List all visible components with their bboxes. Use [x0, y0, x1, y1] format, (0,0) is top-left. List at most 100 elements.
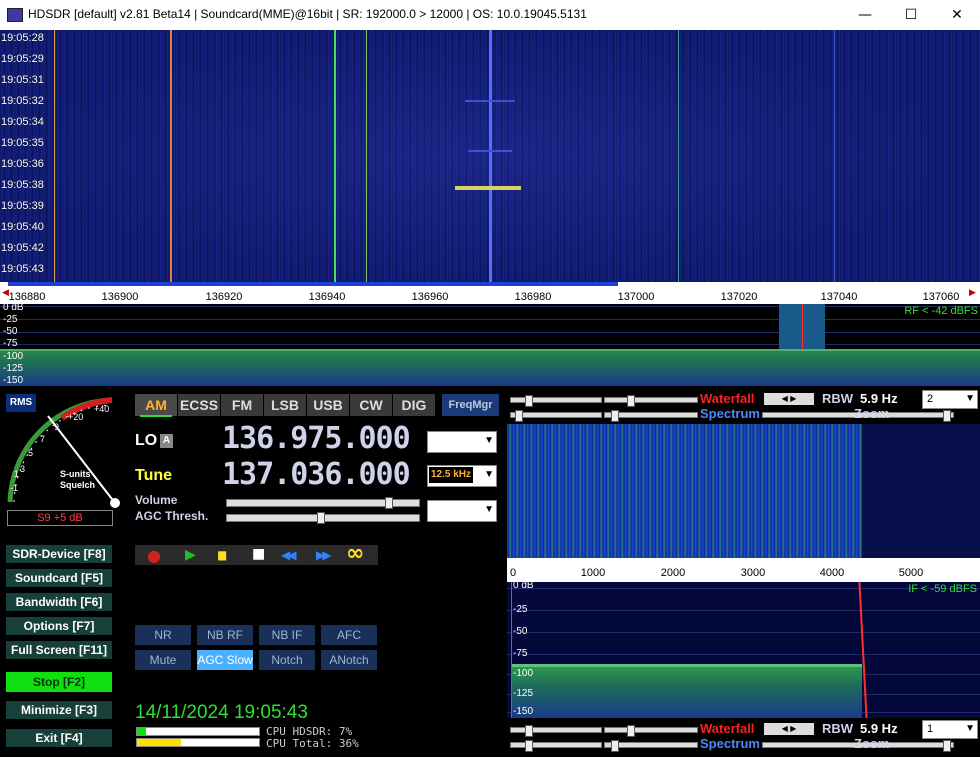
close-window-button[interactable]: ✕	[934, 0, 980, 30]
nr-button[interactable]: NR	[135, 625, 191, 645]
title-bar[interactable]: HDSDR [default] v2.81 Beta14 | Soundcard…	[0, 0, 980, 30]
rewind-icon[interactable]: ◀◀	[281, 548, 297, 562]
pause-icon[interactable]: ▮▮	[217, 548, 227, 562]
mode-fm-button[interactable]: FM	[221, 394, 263, 416]
notch-button[interactable]: Notch	[259, 650, 315, 670]
s-meter-reading: S9 +5 dB	[7, 510, 113, 526]
rbw-dropdown-value: 2	[927, 393, 934, 405]
rf-display-controls: Waterfall Spectrum ◀ ▶ RBW 5.9 Hz Zoom 2…	[506, 390, 980, 422]
if-waterfall-contrast-slider[interactable]	[510, 725, 602, 737]
frequency-tick-label: 136900	[101, 291, 139, 303]
slider-knob[interactable]	[943, 740, 951, 752]
waterfall-timestamp: 19:05:38	[1, 179, 44, 191]
mode-usb-button[interactable]: USB	[307, 394, 349, 416]
spectrum-contrast-slider[interactable]	[510, 410, 602, 422]
lo-dropdown[interactable]: ▼	[427, 431, 497, 453]
if-spectrum[interactable]: 0 dB -25 -50 -75 -100 -125 -150 IF < -59…	[507, 582, 980, 718]
mode-lsb-button[interactable]: LSB	[264, 394, 306, 416]
if-frequency-axis[interactable]: 0 1000 2000 3000 4000 5000	[507, 558, 980, 582]
frequency-tick-label: 136920	[205, 291, 243, 303]
db-scale-label: -125	[3, 363, 24, 374]
waterfall-brightness-slider[interactable]	[604, 395, 698, 407]
lo-frequency-display[interactable]: 136.975.000	[222, 421, 411, 456]
slider-knob[interactable]	[525, 725, 533, 737]
slider-knob[interactable]	[515, 410, 523, 422]
spectrum-fill	[0, 350, 980, 386]
frequency-axis[interactable]: ◀ ▶ 136880 136900 136920 136940 136960 1…	[0, 282, 980, 304]
nb-if-button[interactable]: NB IF	[259, 625, 315, 645]
slider-knob[interactable]	[525, 740, 533, 752]
s-scale-label: +20	[68, 412, 84, 422]
mode-dig-button[interactable]: DIG	[393, 394, 435, 416]
if-tick-label: 0	[509, 567, 517, 579]
squelch-caption: Squelch	[60, 480, 96, 490]
fast-forward-icon[interactable]: ▶▶	[316, 548, 332, 562]
s-meter-gauge	[7, 397, 120, 508]
if-waterfall-speed-stepper[interactable]: ◀ ▶	[764, 723, 814, 735]
if-tick-label: 2000	[660, 567, 686, 579]
if-db-label: -100	[513, 668, 534, 679]
s-scale-label: 3	[20, 464, 26, 474]
tune-frequency-display[interactable]: 137.036.000	[222, 457, 411, 492]
slider-knob[interactable]	[627, 395, 635, 407]
if-db-label: -50	[513, 626, 528, 637]
db-scale-label: -75	[3, 338, 18, 349]
if-tick-label: 3000	[740, 567, 766, 579]
if-waterfall[interactable]	[507, 424, 862, 558]
rbw-dropdown[interactable]: 2 ▼	[922, 390, 978, 409]
main-waterfall[interactable]: 19:05:28 19:05:29 19:05:31 19:05:32 19:0…	[0, 30, 980, 282]
spectrum-trace	[0, 349, 980, 351]
main-spectrum[interactable]: 0 dB -25 -50 -75 -100 -125 -150 RF < -42…	[0, 304, 980, 386]
agc-threshold-slider[interactable]	[226, 512, 420, 524]
tune-step-dropdown[interactable]: 12.5 kHz ▼	[427, 465, 497, 487]
nb-rf-button[interactable]: NB RF	[197, 625, 253, 645]
volume-slider[interactable]	[226, 497, 420, 509]
slider-knob[interactable]	[627, 725, 635, 737]
slider-knob[interactable]	[611, 410, 619, 422]
slider-knob[interactable]	[385, 497, 393, 509]
if-spectrum-contrast-slider[interactable]	[510, 740, 602, 752]
anotch-button[interactable]: ANotch	[321, 650, 377, 670]
full-screen-button[interactable]: Full Screen [F11]	[6, 641, 112, 659]
minimize-button[interactable]: Minimize [F3]	[6, 701, 112, 719]
sdr-device-button[interactable]: SDR-Device [F8]	[6, 545, 112, 563]
mute-button[interactable]: Mute	[135, 650, 191, 670]
waterfall-timestamp: 19:05:29	[1, 53, 44, 65]
stop-button[interactable]: Stop [F2]	[6, 672, 112, 692]
minimize-window-button[interactable]: —	[842, 0, 888, 30]
slider-knob[interactable]	[525, 395, 533, 407]
chevron-down-icon: ▼	[965, 723, 975, 734]
freqmgr-button[interactable]: FreqMgr	[442, 394, 499, 416]
signal-line	[170, 30, 172, 282]
record-icon[interactable]: ●	[147, 546, 161, 565]
bandwidth-button[interactable]: Bandwidth [F6]	[6, 593, 112, 611]
mode-am-button[interactable]: AM	[135, 394, 177, 416]
slider-knob[interactable]	[317, 512, 325, 524]
mode-ecss-button[interactable]: ECSS	[178, 394, 220, 416]
loop-icon[interactable]: ∞	[346, 541, 364, 566]
exit-button[interactable]: Exit [F4]	[6, 729, 112, 747]
options-button[interactable]: Options [F7]	[6, 617, 112, 635]
stop-icon[interactable]: ■	[252, 546, 265, 562]
mode-cw-button[interactable]: CW	[350, 394, 392, 416]
waterfall-speed-stepper[interactable]: ◀ ▶	[764, 393, 814, 405]
waterfall-contrast-slider[interactable]	[510, 395, 602, 407]
lo-a-button[interactable]: A	[160, 434, 173, 448]
maximize-window-button[interactable]: ☐	[888, 0, 934, 30]
slider-knob[interactable]	[943, 410, 951, 422]
if-waterfall-brightness-slider[interactable]	[604, 725, 698, 737]
signal-line	[334, 30, 336, 282]
agc-dropdown[interactable]: ▼	[427, 500, 497, 522]
scroll-right-icon[interactable]: ▶	[969, 288, 976, 298]
spectrum-brightness-slider[interactable]	[604, 410, 698, 422]
slider-knob[interactable]	[611, 740, 619, 752]
if-rbw-dropdown[interactable]: 1 ▼	[922, 720, 978, 739]
play-icon[interactable]: ▶	[185, 547, 196, 563]
agc-slow-button[interactable]: AGC Slow	[197, 650, 253, 670]
afc-button[interactable]: AFC	[321, 625, 377, 645]
soundcard-button[interactable]: Soundcard [F5]	[6, 569, 112, 587]
if-spectrum-label: Spectrum	[700, 736, 760, 751]
waterfall-timestamp: 19:05:34	[1, 116, 44, 128]
if-spectrum-brightness-slider[interactable]	[604, 740, 698, 752]
rbw-value: 5.9 Hz	[860, 391, 898, 406]
